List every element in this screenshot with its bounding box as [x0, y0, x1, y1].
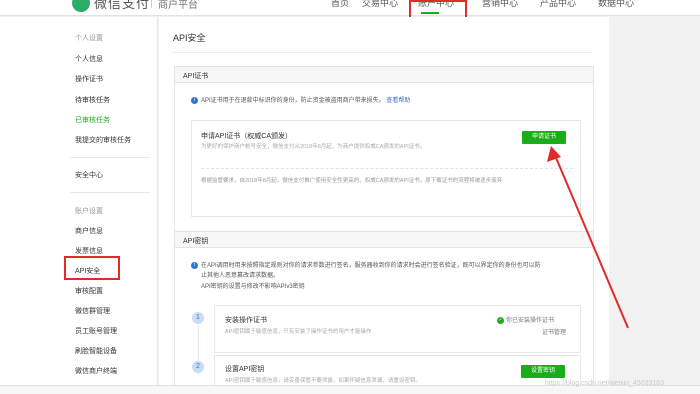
step-1-badge: 1 [192, 312, 204, 324]
sidebar-item-reviewed[interactable]: 已审核任务 [75, 115, 110, 125]
set-key-title: 设置API密钥 [225, 366, 265, 373]
step-2-badge: 2 [192, 361, 204, 373]
logo-text: 微信支付 [94, 0, 151, 11]
cert-manage-link[interactable]: 证书管理 [542, 327, 566, 336]
info-icon: i [191, 262, 198, 269]
top-nav-bar: 微信支付 商户平台 首页 交易中心 账户中心 营销中心 产品中心 数据中心 [0, 0, 700, 16]
nav-marketing-center[interactable]: 营销中心 [482, 0, 518, 9]
check-circle-icon: ✓ [497, 316, 504, 324]
watermark: https://blog.csdn.net/weixin_45033183 [545, 380, 665, 387]
cert-installed-status: ✓ 你已安装操作证书 [497, 315, 554, 324]
logo-divider [151, 0, 152, 8]
apply-cert-desc: 为更好的保护商户帐号安全，微信支付从2018年6月起，为商户提供权威CA颁发的A… [201, 144, 426, 150]
nav-trade-center[interactable]: 交易中心 [362, 0, 398, 9]
wechat-pay-logo-icon [72, 0, 90, 12]
sidebar-separator [70, 192, 150, 193]
sidebar-group-personal: 个人设置 [75, 35, 103, 42]
install-cert-title: 安装操作证书 [225, 317, 267, 324]
sidebar-item-my-submitted[interactable]: 我提交的审核任务 [75, 135, 131, 145]
nav-home[interactable]: 首页 [331, 0, 349, 9]
nav-product-center[interactable]: 产品中心 [540, 0, 576, 9]
set-key-desc: API密钥属于敏感信息，请妥善保管不要泄露，如果怀疑信息泄漏，请重设密钥。 [225, 378, 421, 384]
sidebar-item-merchant-terminal[interactable]: 微信商户终端 [75, 366, 117, 376]
api-cert-card-header: API证书 [175, 67, 593, 83]
page-title: API安全 [173, 33, 206, 43]
view-help-link[interactable]: 查看帮助 [386, 98, 410, 104]
sidebar-item-operation-cert[interactable]: 操作证书 [75, 74, 103, 84]
apply-cert-title: 申请API证书（权威CA颁发） [201, 133, 293, 140]
api-key-info-line1: 在API调用时用来按照指定规则对你的请求参数进行签名，服务器收到你的请求时会进行… [201, 263, 541, 270]
api-key-info: i 在API调用时用来按照指定规则对你的请求参数进行签名，服务器收到你的请求时会进… [191, 262, 591, 271]
main-content: API安全 API证书 i API证书用于在退款中标识你的身份，防止资金被盗用商户… [159, 17, 609, 394]
info-icon: i [191, 97, 198, 104]
annotation-highlight-api-security [64, 256, 120, 280]
wechat-pay-logo[interactable]: 微信支付 [72, 0, 150, 12]
sidebar-item-pending-review[interactable]: 待审核任务 [75, 95, 110, 105]
sidebar-item-face-devices[interactable]: 刷脸智能设备 [75, 346, 117, 356]
api-cert-info-text: API证书用于在退款中标识你的身份，防止资金被盗用商户带来损失。 [201, 98, 385, 105]
api-key-info-line2: 止其他人恶意篡改请求数据。 [201, 273, 280, 279]
api-key-info-line3: API密钥的设置与修改不影响APIv3密钥 [201, 284, 305, 290]
apply-cert-button[interactable]: 申请证书 [522, 131, 566, 144]
cert-notice: 根据监管要求，自2018年8月起，微信支付推广使用安全性更高的、权威CA颁发的A… [201, 178, 503, 184]
set-key-button[interactable]: 设置密钥 [521, 365, 565, 378]
sidebar-item-merchant-info[interactable]: 商户信息 [75, 226, 103, 236]
sidebar-item-security-center[interactable]: 安全中心 [75, 170, 103, 180]
dashed-divider [201, 168, 573, 169]
nav-data-center[interactable]: 数据中心 [598, 0, 634, 9]
sidebar-group-account: 账户设置 [75, 208, 103, 215]
api-key-card-header: API密钥 [175, 232, 593, 248]
install-cert-desc: API密钥属于敏感信息，只有安装了操作证书的用户才能操作 [225, 329, 372, 335]
sidebar-item-staff-accounts[interactable]: 员工账号管理 [75, 326, 117, 336]
sidebar-item-wechat-group[interactable]: 微信群管理 [75, 306, 110, 316]
title-divider [173, 52, 593, 53]
sidebar-item-review-config[interactable]: 审核配置 [75, 286, 103, 296]
cert-installed-text: 你已安装操作证书 [506, 318, 555, 324]
sidebar-item-invoice-info[interactable]: 发票信息 [75, 246, 103, 256]
merchant-platform-label: 商户平台 [158, 0, 198, 11]
sidebar-separator [70, 157, 150, 158]
sidebar-item-personal-info[interactable]: 个人信息 [75, 54, 103, 64]
api-cert-info: i API证书用于在退款中标识你的身份，防止资金被盗用商户带来损失。 查看帮助 [191, 97, 591, 106]
